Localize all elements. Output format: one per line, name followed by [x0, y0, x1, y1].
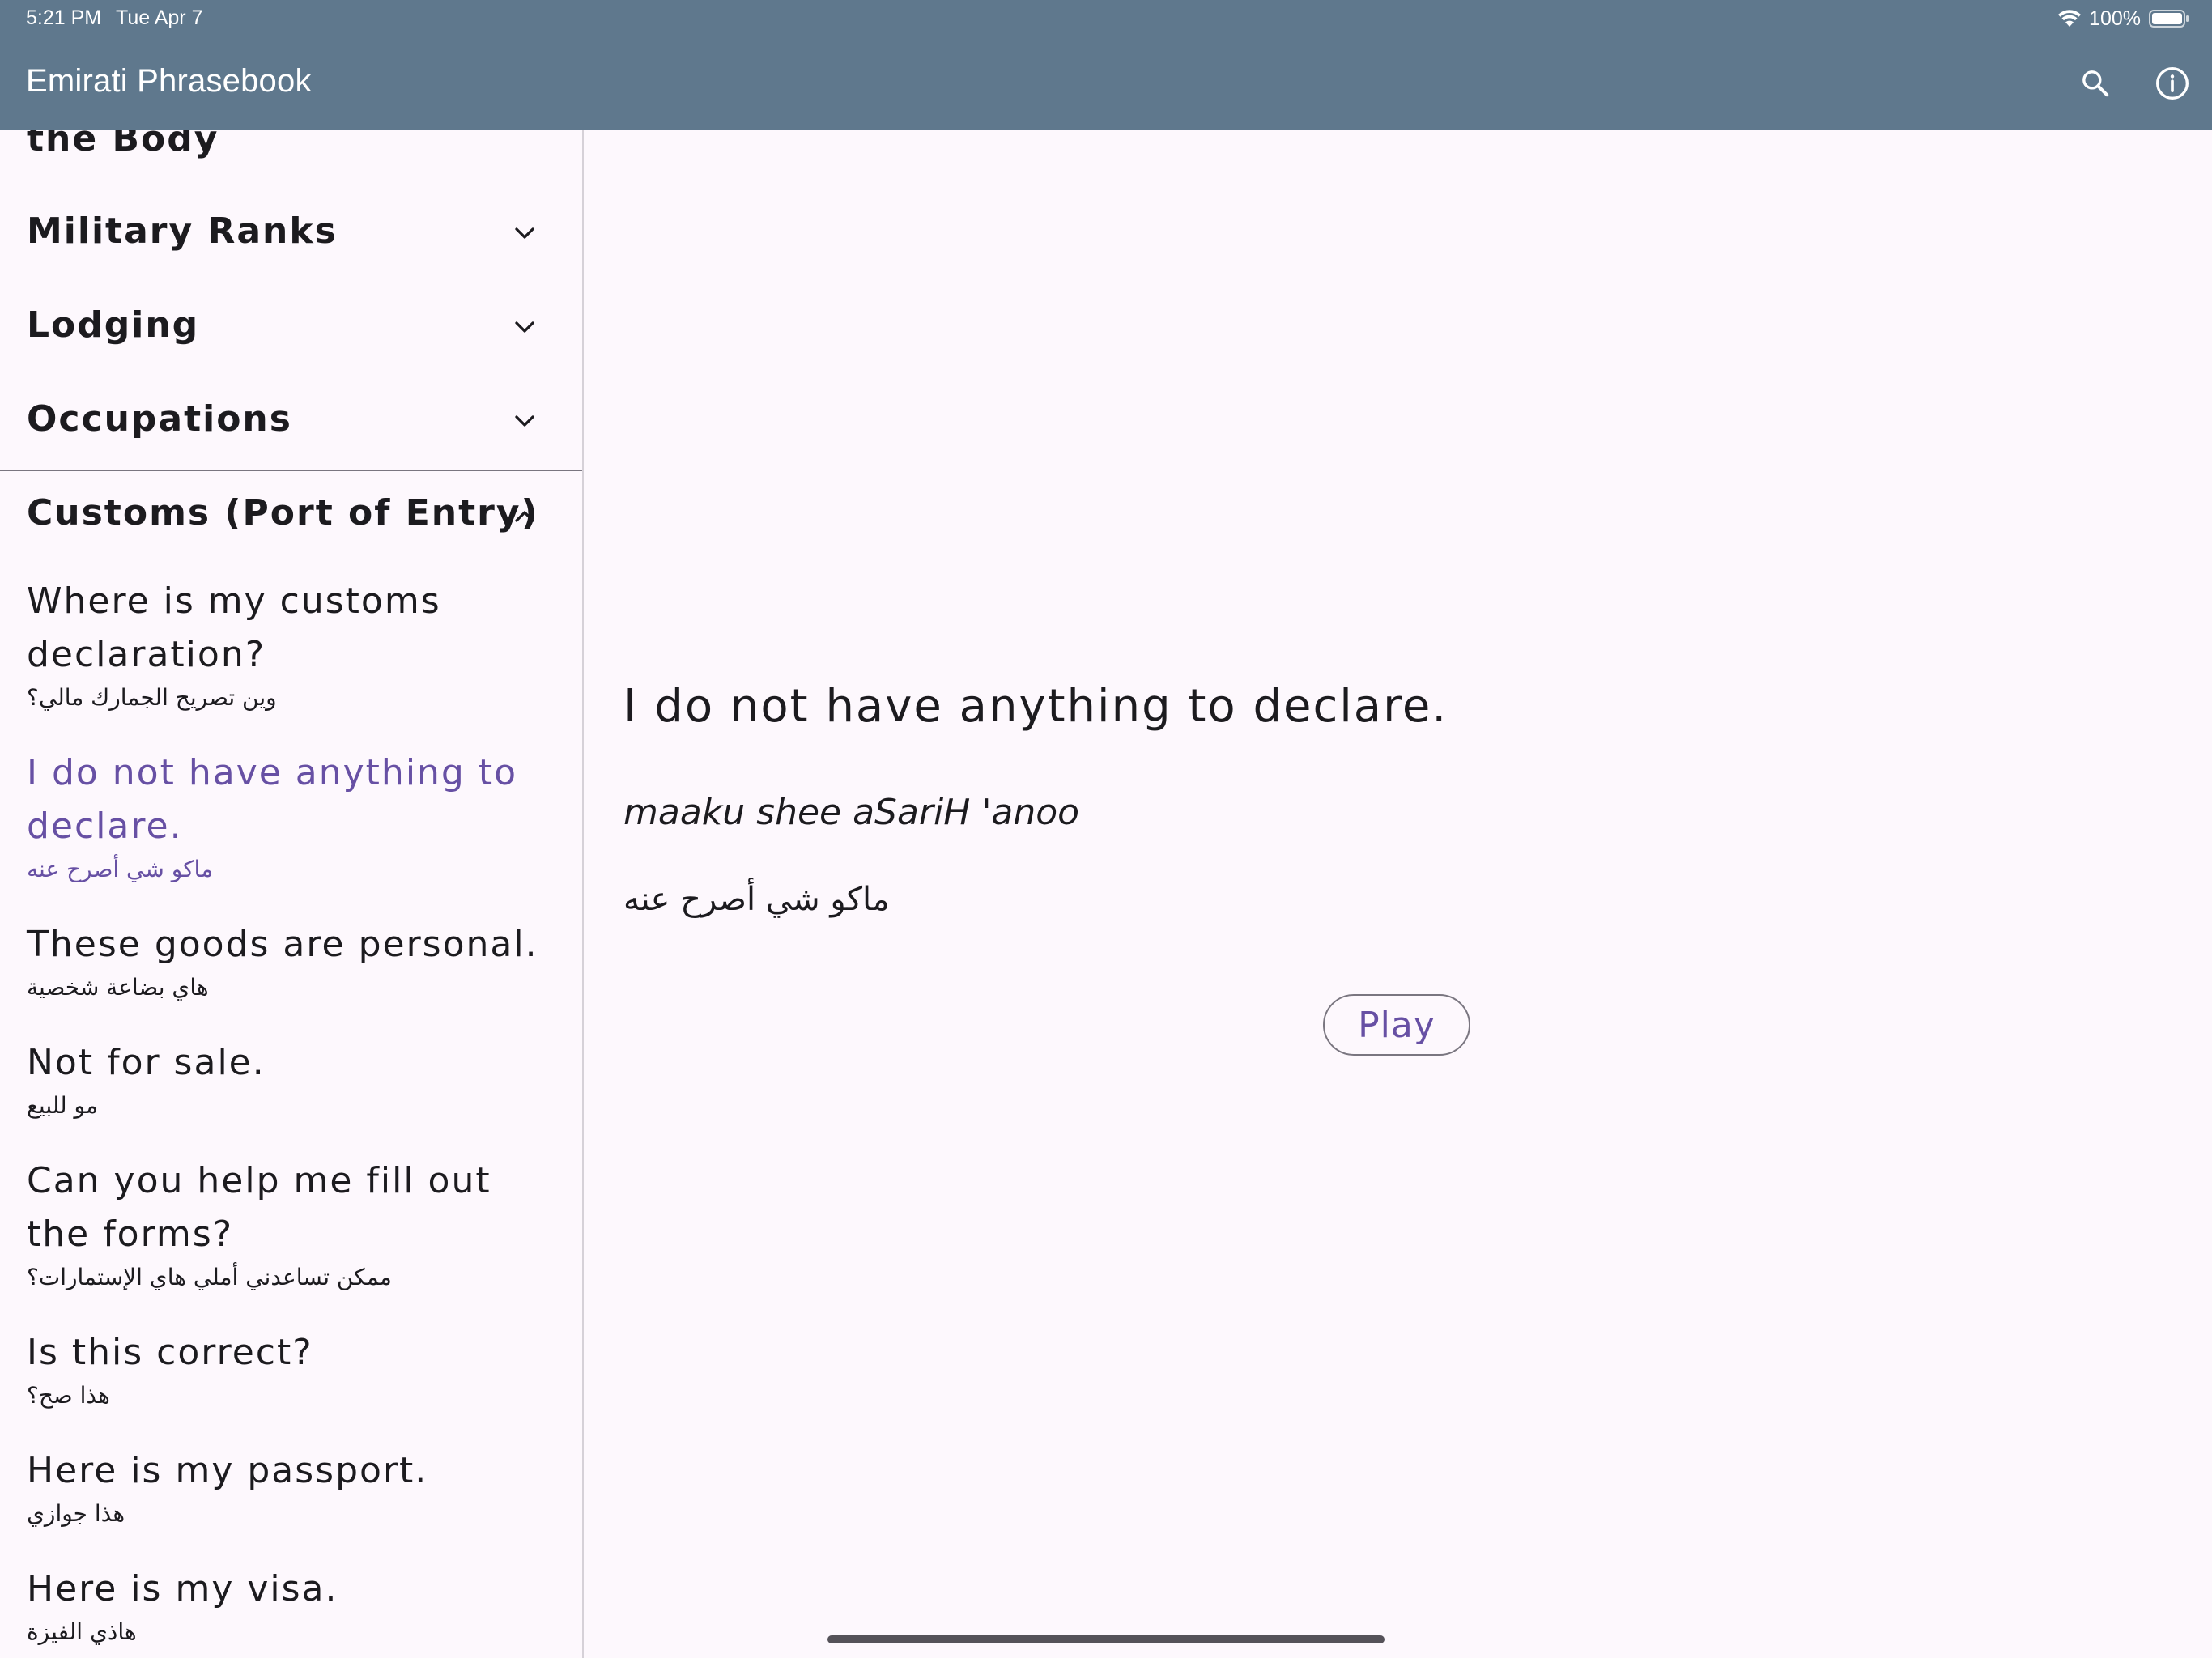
status-time: 5:21 PM — [26, 6, 102, 29]
phrase-item[interactable]: Here is my passport. هذا جوازي — [27, 1444, 545, 1530]
category-row-lodging[interactable]: Lodging — [0, 282, 582, 376]
chevron-down-icon — [515, 415, 534, 427]
phrase-arabic: ممكن تساعدني أملي هاي الإستمارات؟ — [27, 1264, 392, 1290]
phrase-arabic: هذا صح؟ — [27, 1382, 110, 1409]
category-row-military-ranks[interactable]: Military Ranks — [0, 188, 582, 282]
phrase-arabic: ماكو شي أصرح عنه — [27, 856, 214, 882]
phrase-english: Can you help me fill out the forms? — [27, 1160, 491, 1255]
play-button[interactable]: Play — [1323, 994, 1470, 1056]
chevron-down-icon — [515, 321, 534, 333]
category-label: Occupations — [27, 398, 292, 440]
phrase-english: These goods are personal. — [27, 924, 538, 965]
info-icon — [2156, 67, 2189, 100]
phrase-detail-pane: I do not have anything to declare. maaku… — [584, 130, 2212, 1658]
phrase-english: Here is my passport. — [27, 1450, 428, 1491]
battery-percentage: 100% — [2089, 6, 2141, 30]
detail-english: I do not have anything to declare. — [623, 680, 1448, 733]
category-row-customs[interactable]: Customs (Port of Entry) — [0, 471, 582, 565]
info-button[interactable] — [2152, 63, 2193, 104]
category-label: Customs (Port of Entry) — [27, 492, 539, 534]
chevron-up-icon — [515, 511, 534, 522]
phrase-arabic: هاي بضاعة شخصية — [27, 974, 209, 1001]
category-label: the Body — [27, 130, 219, 159]
chevron-down-icon — [515, 227, 534, 239]
phrase-item[interactable]: Is this correct? هذا صح؟ — [27, 1326, 545, 1412]
phrase-english: Where is my customs declaration? — [27, 580, 441, 675]
category-sidebar[interactable]: the Body Military Ranks Lodging Occupati… — [0, 130, 584, 1658]
phrase-english: I do not have anything to declare. — [27, 752, 518, 847]
detail-arabic: ماكو شي أصرح عنه — [623, 881, 890, 918]
phrase-item-selected[interactable]: I do not have anything to declare. ماكو … — [27, 746, 545, 886]
phrase-arabic: هاذي الفيزة — [27, 1618, 137, 1645]
phrase-item[interactable]: These goods are personal. هاي بضاعة شخصي… — [27, 918, 545, 1004]
phrase-item[interactable]: Where is my customs declaration? وين تصر… — [27, 575, 545, 714]
phrase-arabic: مو للبيع — [27, 1092, 98, 1119]
category-row-body[interactable]: the Body — [0, 130, 582, 176]
wifi-icon — [2058, 10, 2082, 27]
phrase-item[interactable]: Here is my visa. هاذي الفيزة — [27, 1562, 545, 1648]
category-label: Lodging — [27, 304, 200, 346]
home-indicator[interactable] — [827, 1635, 1385, 1643]
phrase-item[interactable]: Not for sale. مو للبيع — [27, 1036, 545, 1122]
category-label: Military Ranks — [27, 210, 338, 252]
phrase-english: Is this correct? — [27, 1332, 313, 1373]
app-title: Emirati Phrasebook — [26, 63, 312, 99]
phrase-arabic: وين تصريح الجمارك مالي؟ — [27, 684, 277, 711]
app-bar: 5:21 PM Tue Apr 7 100% Emirati Phraseboo… — [0, 0, 2212, 130]
phrase-english: Here is my visa. — [27, 1568, 338, 1609]
detail-transliteration: maaku shee aSariH 'anoo — [623, 792, 1080, 833]
status-date: Tue Apr 7 — [116, 6, 203, 29]
status-indicators: 100% — [2057, 5, 2189, 32]
category-row-occupations[interactable]: Occupations — [0, 376, 582, 470]
status-bar: 5:21 PM Tue Apr 7 100% — [0, 0, 2212, 39]
phrase-english: Not for sale. — [27, 1042, 266, 1083]
phrase-item[interactable]: Can you help me fill out the forms? ممكن… — [27, 1154, 545, 1294]
phrase-arabic: هذا جوازي — [27, 1500, 125, 1527]
search-button[interactable] — [2075, 63, 2116, 104]
search-icon — [2082, 70, 2109, 97]
battery-icon — [2149, 10, 2189, 28]
